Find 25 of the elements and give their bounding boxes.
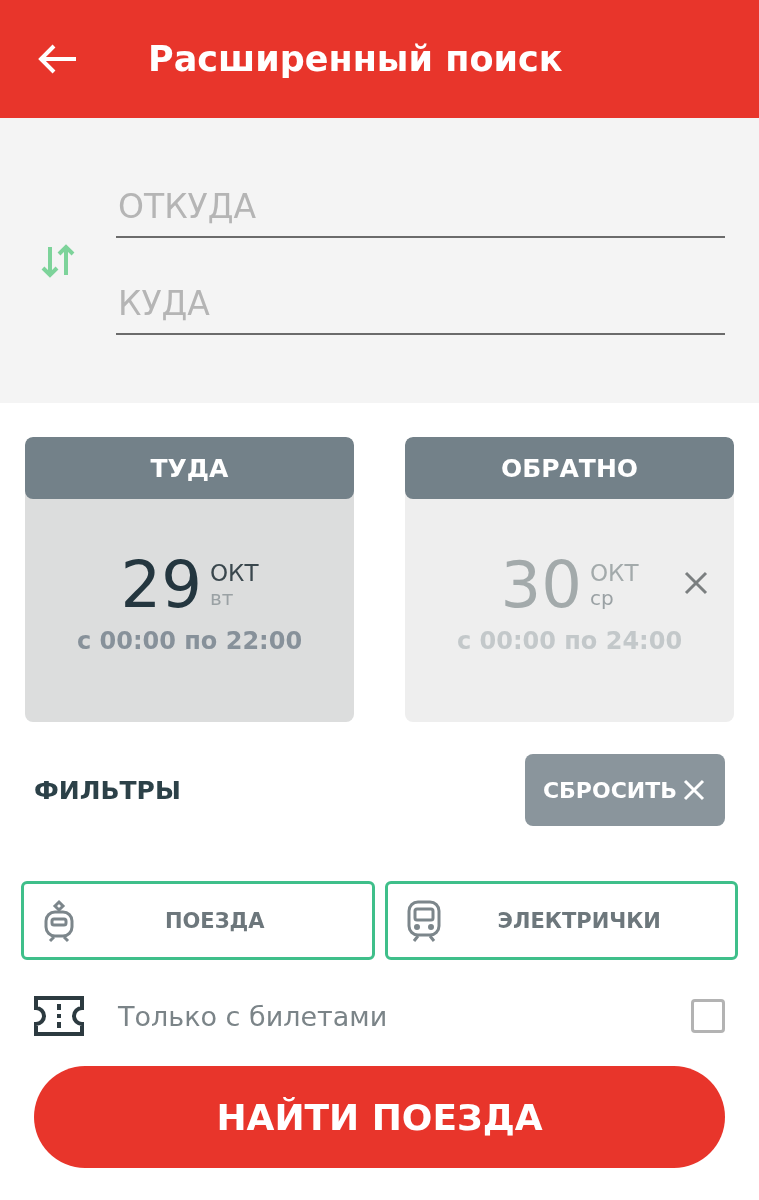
checkbox[interactable] [691, 999, 725, 1033]
close-icon [683, 779, 705, 801]
month-label: ОКТ [589, 559, 639, 586]
weekday-label: вт [209, 585, 235, 610]
filters-title: ФИЛЬТРЫ [34, 775, 181, 805]
checkbox-label: Только с билетами [118, 1000, 389, 1032]
close-button[interactable] [684, 570, 709, 595]
time-range: с 00:00 по 22:00 [76, 626, 303, 655]
from-field[interactable]: ОТКУДА [116, 186, 725, 238]
filter-toggle[interactable]: ПОЕЗДА [21, 881, 375, 960]
train-icon [42, 898, 76, 943]
card-header: ОБРАТНО [405, 437, 734, 499]
day-number: 30 [500, 552, 582, 617]
to-field[interactable]: КУДА [116, 283, 725, 335]
page-title: Расширенный поиск [148, 39, 563, 79]
month-label: ОКТ [209, 559, 259, 586]
train-front-icon [405, 898, 442, 943]
back-button[interactable] [38, 43, 78, 75]
weekday-label: ср [589, 585, 615, 610]
day-number: 29 [120, 552, 202, 617]
filter-toggle[interactable]: ЭЛЕКТРИЧКИ [384, 881, 738, 960]
ticket-icon [34, 996, 84, 1036]
card-header: ТУДА [25, 437, 354, 499]
search-button[interactable]: НАЙТИ ПОЕЗДА [34, 1066, 725, 1168]
reset-button[interactable]: СБРОСИТЬ [524, 754, 725, 826]
